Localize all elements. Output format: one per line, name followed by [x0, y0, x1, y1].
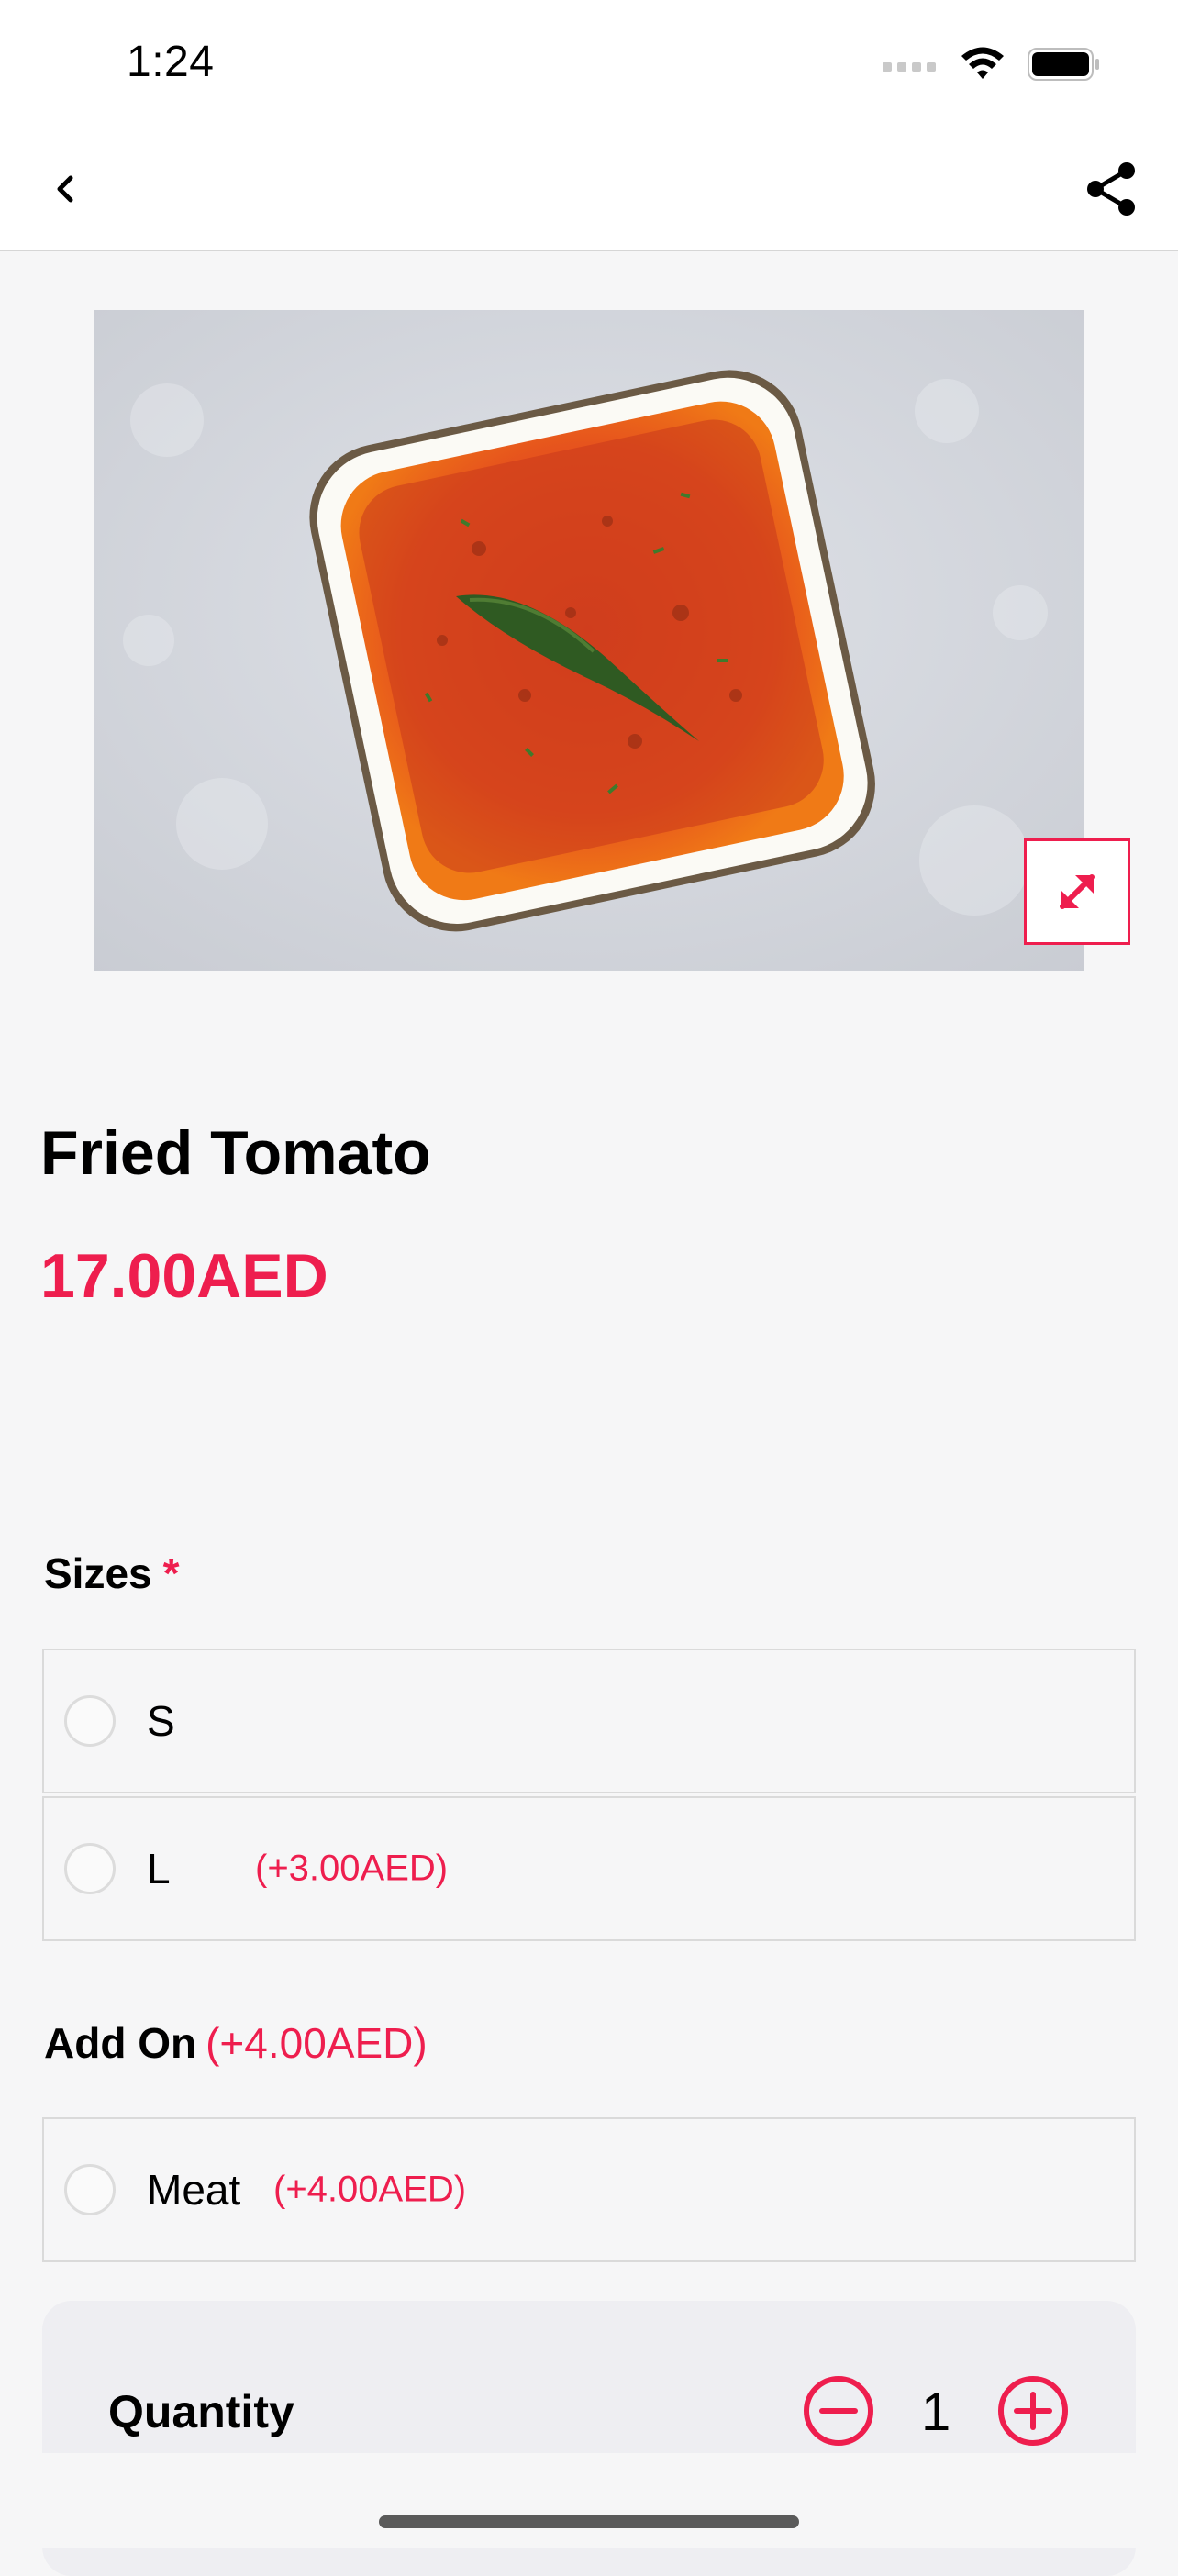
share-button[interactable]	[1079, 156, 1145, 222]
size-option-l[interactable]: L (+3.00AED)	[42, 1796, 1136, 1941]
minus-circle-icon	[804, 2376, 873, 2446]
increase-quantity-button[interactable]	[996, 2374, 1070, 2448]
battery-icon	[1028, 48, 1099, 81]
decrease-quantity-button[interactable]	[802, 2374, 875, 2448]
size-option-label: S	[147, 1697, 175, 1745]
size-option-price: (+3.00AED)	[255, 1848, 449, 1889]
addon-option-meat[interactable]: Meat (+4.00AED)	[42, 2117, 1136, 2262]
radio-button[interactable]	[64, 1843, 116, 1894]
status-icons	[883, 46, 1101, 83]
radio-button[interactable]	[64, 2164, 116, 2215]
product-price: 17.00AED	[40, 1241, 328, 1311]
home-indicator[interactable]	[379, 2515, 799, 2528]
size-option-label: L	[147, 1845, 171, 1893]
product-image[interactable]	[94, 310, 1084, 971]
quantity-value: 1	[921, 2382, 951, 2442]
signal-icon	[883, 62, 936, 72]
wifi-icon	[961, 47, 1004, 79]
product-title: Fried Tomato	[40, 1118, 431, 1188]
quantity-label: Quantity	[108, 2386, 294, 2437]
plus-circle-icon	[998, 2376, 1068, 2446]
status-time: 1:24	[127, 38, 215, 86]
addon-section-title: Add On (+4.00AED)	[44, 2018, 428, 2068]
nav-bar	[0, 128, 1178, 251]
addon-option-price: (+4.00AED)	[273, 2169, 467, 2210]
expand-icon	[1060, 874, 1095, 909]
addon-title-price: (+4.00AED)	[206, 2019, 428, 2067]
sizes-section-title: Sizes *	[44, 1549, 180, 1598]
sizes-title-text: Sizes	[44, 1549, 152, 1597]
radio-button[interactable]	[64, 1695, 116, 1747]
back-button[interactable]	[33, 156, 99, 222]
required-mark: *	[162, 1549, 180, 1597]
addon-title-text: Add On	[44, 2019, 197, 2067]
addon-option-label: Meat	[147, 2166, 241, 2214]
fried-tomato-dish-image	[94, 310, 1084, 971]
share-icon	[1087, 162, 1135, 216]
bottom-safe-area	[0, 2453, 1178, 2548]
size-option-s[interactable]: S	[42, 1649, 1136, 1793]
status-bar: 1:24	[0, 0, 1178, 128]
chevron-left-icon	[57, 175, 73, 203]
expand-image-button[interactable]	[1024, 838, 1130, 945]
